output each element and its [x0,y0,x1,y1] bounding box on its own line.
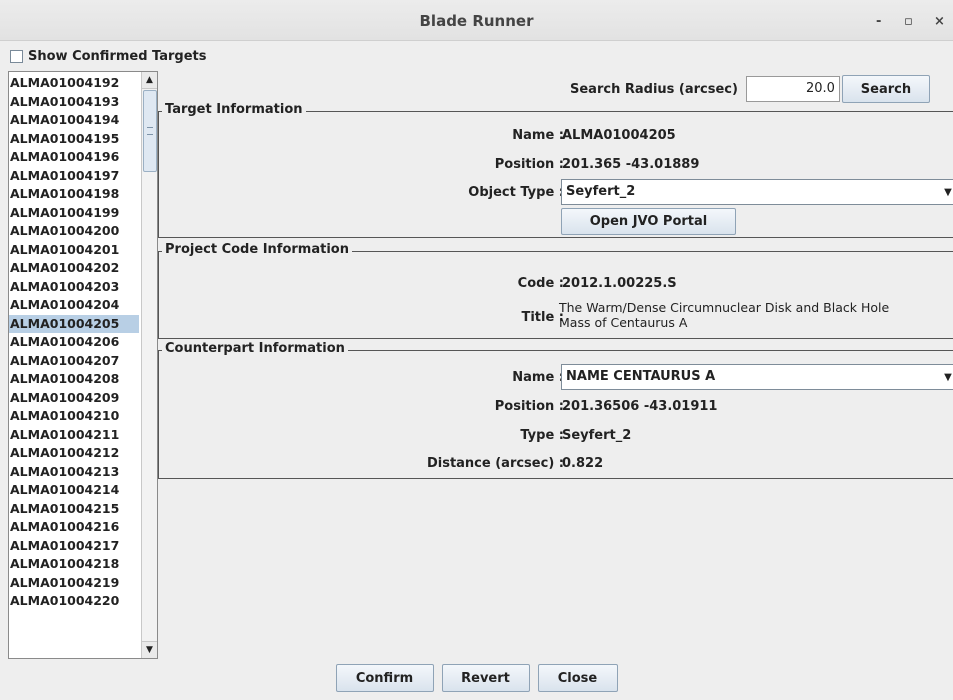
target-list-item[interactable]: ALMA01004203 [9,278,139,297]
counterpart-distance-label: Distance (arcsec) : [426,456,564,471]
target-information-title: Target Information [162,102,306,117]
project-code-value: 2012.1.00225.S [562,276,677,291]
target-list-item[interactable]: ALMA01004218 [9,555,139,574]
show-confirmed-checkbox[interactable] [10,50,23,63]
title-bar: Blade Runner - ▫ × [0,0,953,41]
target-list-item[interactable]: ALMA01004207 [9,352,139,371]
object-type-label: Object Type : [468,185,564,200]
counterpart-distance-value: 0.822 [562,456,604,471]
counterpart-type-value: Seyfert_2 [562,428,632,443]
target-list-item[interactable]: ALMA01004212 [9,444,139,463]
target-list-item[interactable]: ALMA01004198 [9,185,139,204]
target-name-value: ALMA01004205 [562,128,676,143]
target-list[interactable]: ALMA01004192 ALMA01004193 ALMA01004194 ALMA… [8,71,158,659]
show-confirmed-toggle[interactable]: Show Confirmed Targets [10,49,207,64]
counterpart-position-row: Position : 201.36506 -43.01911 [159,399,953,419]
target-name-row: Name : ALMA01004205 [159,128,953,148]
target-list-item[interactable]: ALMA01004208 [9,370,139,389]
scroll-up-icon[interactable]: ▲ [142,72,157,89]
minimize-button[interactable]: - [876,14,881,29]
counterpart-position-label: Position : [494,399,564,414]
target-list-item[interactable]: ALMA01004192 [9,74,139,93]
counterpart-information-title: Counterpart Information [162,341,348,356]
scroll-down-icon[interactable]: ▼ [142,641,157,658]
window-title: Blade Runner [419,12,534,30]
target-list-item[interactable]: ALMA01004202 [9,259,139,278]
maximize-button[interactable]: ▫ [904,14,913,29]
target-list-item[interactable]: ALMA01004211 [9,426,139,445]
project-title-row: Title : The Warm/Dense Circumnuclear Dis… [159,300,953,336]
revert-button[interactable]: Revert [441,664,530,692]
target-list-item[interactable]: ALMA01004196 [9,148,139,167]
close-window-button[interactable]: × [934,14,945,29]
target-list-item[interactable]: ALMA01004219 [9,574,139,593]
target-list-item[interactable]: ALMA01004200 [9,222,139,241]
project-code-label: Code : [517,276,564,291]
target-list-item[interactable]: ALMA01004217 [9,537,139,556]
target-list-item[interactable]: ALMA01004206 [9,333,139,352]
target-list-item[interactable]: ALMA01004199 [9,204,139,223]
project-code-group: Project Code Information Code : 2012.1.0… [158,242,953,339]
target-list-item[interactable]: ALMA01004209 [9,389,139,408]
project-code-row: Code : 2012.1.00225.S [159,276,953,296]
counterpart-position-value: 201.36506 -43.01911 [562,399,718,414]
counterpart-type-row: Type : Seyfert_2 [159,428,953,448]
counterpart-name-value: NAME CENTAURUS A [566,369,716,384]
target-list-item[interactable]: ALMA01004205 [9,314,139,333]
project-title-line-2: Mass of Centaurus A [559,315,688,330]
project-title-line-1: The Warm/Dense Circumnuclear Disk and Bl… [559,300,890,315]
target-position-value: 201.365 -43.01889 [562,157,700,172]
target-list-item[interactable]: ALMA01004210 [9,407,139,426]
target-list-item[interactable]: ALMA01004204 [9,296,139,315]
confirm-button[interactable]: Confirm [335,664,434,692]
target-name-label: Name : [512,128,564,143]
target-list-item[interactable]: ALMA01004220 [9,592,139,611]
search-radius-label: Search Radius (arcsec) [570,81,738,97]
search-radius-row: Search Radius (arcsec) 20.0 Search [570,75,930,103]
project-title-label: Title : [521,310,564,325]
target-list-item[interactable]: ALMA01004194 [9,111,139,130]
target-list-item[interactable]: ALMA01004193 [9,93,139,112]
target-list-items: ALMA01004192 ALMA01004193 ALMA01004194 ALMA… [9,74,139,611]
target-list-item[interactable]: ALMA01004213 [9,463,139,482]
counterpart-information-group: Counterpart Information Name : NAME CENT… [158,341,953,479]
project-code-title: Project Code Information [162,242,352,257]
close-button[interactable]: Close [537,664,618,692]
open-jvo-portal-button[interactable]: Open JVO Portal [561,208,736,235]
target-list-item[interactable]: ALMA01004215 [9,500,139,519]
target-list-item[interactable]: ALMA01004195 [9,130,139,149]
target-list-item[interactable]: ALMA01004201 [9,241,139,260]
target-information-group: Target Information Name : ALMA01004205 P… [158,102,953,238]
chevron-down-icon[interactable]: ▼ [938,365,953,389]
target-list-item[interactable]: ALMA01004214 [9,481,139,500]
target-list-scrollbar[interactable]: ▲ ▼ [141,72,157,658]
counterpart-distance-row: Distance (arcsec) : 0.822 [159,456,953,476]
object-type-select[interactable]: Seyfert_2 ▼ [561,179,953,205]
grip-icon [147,127,153,135]
target-list-item[interactable]: ALMA01004216 [9,518,139,537]
project-title-value: The Warm/Dense Circumnuclear Disk and Bl… [559,300,889,330]
scroll-thumb[interactable] [143,90,157,172]
search-radius-input[interactable]: 20.0 [745,76,840,102]
counterpart-name-select[interactable]: NAME CENTAURUS A ▼ [561,364,953,390]
counterpart-type-label: Type : [520,428,564,443]
chevron-down-icon[interactable]: ▼ [938,180,953,204]
target-position-label: Position : [494,157,564,172]
object-type-value: Seyfert_2 [566,184,636,199]
show-confirmed-label: Show Confirmed Targets [28,49,207,64]
action-bar: Confirm Revert Close [0,664,953,692]
target-position-row: Position : 201.365 -43.01889 [159,157,953,177]
search-button[interactable]: Search [841,75,930,103]
target-list-item[interactable]: ALMA01004197 [9,167,139,186]
counterpart-name-label: Name : [512,370,564,385]
